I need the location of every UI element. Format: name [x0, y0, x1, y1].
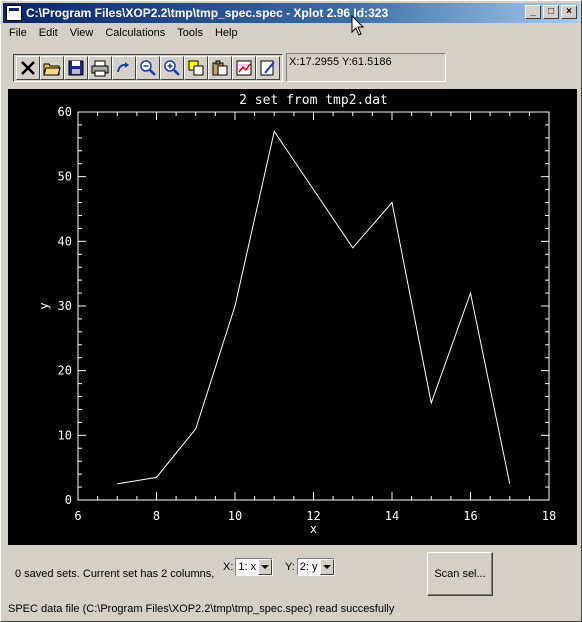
plot-frame: [77, 111, 550, 501]
save-button[interactable]: [64, 56, 88, 80]
y-tick-label: 60: [58, 105, 72, 119]
chevron-down-icon[interactable]: [258, 559, 273, 575]
scan-selection-button[interactable]: Scan sel...: [427, 552, 493, 596]
menu-edit[interactable]: Edit: [33, 27, 64, 39]
mouse-cursor-icon: [351, 15, 365, 36]
x-axis-select-group: X: 1: x: [223, 558, 274, 576]
y-select-value: 2: y: [299, 561, 318, 573]
print-icon: [91, 60, 109, 77]
menu-file[interactable]: File: [3, 27, 33, 39]
paste-icon: [212, 60, 228, 76]
window-title: C:\Program Files\XOP2.2\tmp\tmp_spec.spe…: [26, 6, 389, 20]
y-axis-label: y: [37, 302, 51, 309]
edit-button[interactable]: [256, 56, 280, 80]
minimize-button[interactable]: _: [525, 5, 541, 19]
menu-tools[interactable]: Tools: [171, 27, 209, 39]
sets-info: 0 saved sets. Current set has 2 columns,: [15, 568, 215, 580]
plot-area[interactable]: 2 set from tmp2.dat 6 8 10 12 14 16 18 0 10 20 30 40…: [8, 89, 577, 545]
close-button[interactable]: ×: [561, 5, 577, 19]
x-tick-label: 18: [542, 509, 556, 523]
y-axis-select-group: Y: 2: y: [285, 558, 335, 576]
menu-bar: File Edit View Calculations Tools Help: [3, 24, 579, 42]
status-message: SPEC data file (C:\Program Files\XOP2.2\…: [8, 603, 395, 615]
menu-calculations[interactable]: Calculations: [99, 27, 171, 39]
x-axis-label: x: [310, 522, 317, 536]
title-bar[interactable]: C:\Program Files\XOP2.2\tmp\tmp_spec.spe…: [3, 3, 579, 23]
x-tick-label: 6: [74, 509, 81, 523]
y-tick-label: 40: [58, 234, 72, 248]
x-tick-label: 10: [228, 509, 242, 523]
open-button[interactable]: [40, 56, 64, 80]
x-tick-label: 14: [385, 509, 399, 523]
x-tick-label: 16: [463, 509, 477, 523]
y-tick-label: 20: [58, 364, 72, 378]
menu-help[interactable]: Help: [209, 27, 244, 39]
y-select-label: Y:: [285, 561, 295, 573]
window-controls: _ □ ×: [523, 5, 577, 19]
zoom-in-icon: [164, 60, 180, 76]
toolbar: [13, 54, 283, 82]
zoom-in-button[interactable]: [160, 56, 184, 80]
y-tick-label: 0: [65, 493, 72, 507]
close-tool-button[interactable]: [16, 56, 40, 80]
open-folder-icon: [43, 63, 61, 76]
y-tick-label: 50: [58, 170, 72, 184]
x-select-label: X:: [223, 561, 234, 573]
line-chart: 2 set from tmp2.dat 6 8 10 12 14 16 18 0 10 20 30 40…: [37, 93, 556, 536]
x-column-select[interactable]: 1: x: [235, 558, 274, 576]
maximize-button[interactable]: □: [543, 5, 559, 19]
x-select-value: 1: x: [238, 561, 257, 573]
series-line: [117, 130, 511, 485]
copy-icon: [188, 60, 204, 76]
zoom-out-icon: [140, 60, 156, 76]
x-tick-label: 12: [306, 509, 320, 523]
copy-button[interactable]: [184, 56, 208, 80]
edit-icon: [260, 60, 275, 76]
app-icon: [6, 5, 22, 21]
chevron-down-icon[interactable]: [319, 559, 334, 575]
x-tick-label: 8: [153, 509, 160, 523]
coordinate-readout: X:17.2955 Y:61.5186: [286, 53, 446, 82]
application-window: C:\Program Files\XOP2.2\tmp\tmp_spec.spe…: [0, 0, 582, 622]
chart-title: 2 set from tmp2.dat: [239, 93, 388, 108]
save-icon: [68, 60, 84, 76]
redo-icon: [117, 62, 129, 73]
close-icon: [21, 61, 35, 75]
print-button[interactable]: [88, 56, 112, 80]
chart-icon: [236, 60, 252, 76]
menu-view[interactable]: View: [64, 27, 100, 39]
redo-button[interactable]: [112, 56, 136, 80]
zoom-out-button[interactable]: [136, 56, 160, 80]
chart-button[interactable]: [232, 56, 256, 80]
y-tick-label: 10: [58, 428, 72, 442]
y-tick-label: 30: [58, 299, 72, 313]
paste-button[interactable]: [208, 56, 232, 80]
y-column-select[interactable]: 2: y: [296, 558, 335, 576]
